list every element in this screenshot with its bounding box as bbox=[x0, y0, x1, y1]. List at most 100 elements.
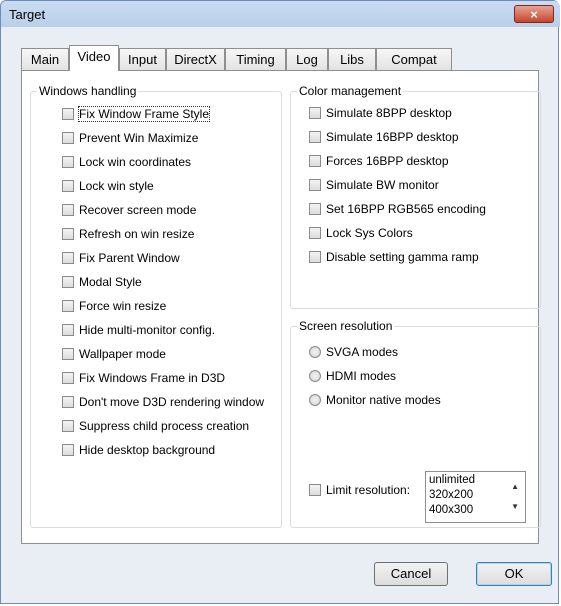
checkbox-label: Wallpaper mode bbox=[79, 347, 166, 361]
cancel-button[interactable]: Cancel bbox=[374, 562, 448, 586]
checkbox-label: Set 16BPP RGB565 encoding bbox=[326, 202, 486, 216]
screen-mode-radio[interactable]: SVGA modes bbox=[309, 344, 398, 360]
radio-label: HDMI modes bbox=[326, 369, 397, 383]
tab-timing[interactable]: Timing bbox=[225, 48, 286, 70]
tab-libs[interactable]: Libs bbox=[328, 48, 376, 70]
checkbox-box[interactable] bbox=[62, 300, 74, 312]
windows-handling-option[interactable]: Refresh on win resize bbox=[62, 226, 194, 242]
radio-button[interactable] bbox=[309, 394, 321, 406]
checkbox-label: Simulate 16BPP desktop bbox=[326, 130, 459, 144]
screen-resolution-title: Screen resolution bbox=[297, 319, 395, 333]
windows-handling-option[interactable]: Fix Windows Frame in D3D bbox=[62, 370, 225, 386]
checkbox-box[interactable] bbox=[62, 276, 74, 288]
close-button[interactable]: × bbox=[514, 5, 554, 23]
checkbox-box[interactable] bbox=[62, 132, 74, 144]
checkbox-label: Lock win coordinates bbox=[79, 155, 192, 169]
windows-handling-option[interactable]: Recover screen mode bbox=[62, 202, 196, 218]
ok-button[interactable]: OK bbox=[476, 562, 552, 586]
color-management-title: Color management bbox=[297, 84, 404, 98]
checkbox-box[interactable] bbox=[309, 155, 321, 167]
color-management-group: Color management bbox=[290, 84, 541, 309]
resolution-listbox[interactable]: unlimited 320x200 400x300 ▲ ▼ bbox=[425, 471, 526, 523]
checkbox-label: Fix Parent Window bbox=[79, 251, 180, 265]
windows-handling-title: Windows handling bbox=[37, 84, 139, 98]
checkbox-box[interactable] bbox=[62, 372, 74, 384]
checkbox-box[interactable] bbox=[309, 251, 321, 263]
color-management-option[interactable]: Simulate 16BPP desktop bbox=[309, 129, 459, 145]
radio-label: Monitor native modes bbox=[326, 393, 441, 407]
windows-handling-option[interactable]: Suppress child process creation bbox=[62, 418, 249, 434]
list-item[interactable]: 320x200 bbox=[429, 489, 473, 501]
checkbox-box[interactable] bbox=[309, 484, 321, 496]
windows-handling-option[interactable]: Fix Parent Window bbox=[62, 250, 180, 266]
checkbox-label: Simulate 8BPP desktop bbox=[326, 106, 452, 120]
list-item[interactable]: unlimited bbox=[429, 474, 475, 486]
checkbox-label: Force win resize bbox=[79, 299, 167, 313]
close-icon: × bbox=[530, 7, 538, 22]
tab-compat[interactable]: Compat bbox=[376, 48, 452, 70]
windows-handling-option[interactable]: Fix Window Frame Style bbox=[62, 106, 211, 122]
checkbox-label: Lock win style bbox=[79, 179, 154, 193]
screen-mode-radio[interactable]: HDMI modes bbox=[309, 368, 396, 384]
windows-handling-option[interactable]: Modal Style bbox=[62, 274, 142, 290]
checkbox-box[interactable] bbox=[62, 444, 74, 456]
checkbox-label: Recover screen mode bbox=[79, 203, 197, 217]
radio-button[interactable] bbox=[309, 370, 321, 382]
checkbox-box[interactable] bbox=[62, 348, 74, 360]
checkbox-label: Suppress child process creation bbox=[79, 419, 250, 433]
scroll-down-icon[interactable]: ▼ bbox=[511, 502, 519, 511]
checkbox-box[interactable] bbox=[309, 131, 321, 143]
radio-label: SVGA modes bbox=[326, 345, 399, 359]
color-management-option[interactable]: Simulate 8BPP desktop bbox=[309, 105, 452, 121]
screen-mode-radio[interactable]: Monitor native modes bbox=[309, 392, 441, 408]
color-management-option[interactable]: Disable setting gamma ramp bbox=[309, 249, 479, 265]
tab-directx[interactable]: DirectX bbox=[166, 48, 225, 70]
checkbox-box[interactable] bbox=[62, 252, 74, 264]
checkbox-label: Fix Windows Frame in D3D bbox=[79, 371, 226, 385]
windows-handling-option[interactable]: Lock win coordinates bbox=[62, 154, 191, 170]
windows-handling-option[interactable]: Don't move D3D rendering window bbox=[62, 394, 264, 410]
window-title: Target bbox=[9, 7, 46, 22]
checkbox-label: Don't move D3D rendering window bbox=[79, 395, 265, 409]
windows-handling-option[interactable]: Force win resize bbox=[62, 298, 166, 314]
checkbox-box[interactable] bbox=[62, 156, 74, 168]
color-management-option[interactable]: Lock Sys Colors bbox=[309, 225, 413, 241]
checkbox-label: Refresh on win resize bbox=[79, 227, 195, 241]
checkbox-label: Modal Style bbox=[79, 275, 142, 289]
title-bar: Target × bbox=[1, 1, 560, 27]
checkbox-label: Forces 16BPP desktop bbox=[326, 154, 449, 168]
checkbox-label: Simulate BW monitor bbox=[326, 178, 439, 192]
tab-log[interactable]: Log bbox=[286, 48, 328, 70]
checkbox-label: Lock Sys Colors bbox=[326, 226, 413, 240]
color-management-option[interactable]: Forces 16BPP desktop bbox=[309, 153, 449, 169]
checkbox-label: Fix Window Frame Style bbox=[77, 106, 211, 122]
windows-handling-option[interactable]: Prevent Win Maximize bbox=[62, 130, 198, 146]
color-management-option[interactable]: Simulate BW monitor bbox=[309, 177, 439, 193]
color-management-option[interactable]: Set 16BPP RGB565 encoding bbox=[309, 201, 486, 217]
checkbox-box[interactable] bbox=[309, 107, 321, 119]
checkbox-box[interactable] bbox=[62, 180, 74, 192]
checkbox-box[interactable] bbox=[62, 204, 74, 216]
checkbox-box[interactable] bbox=[309, 203, 321, 215]
windows-handling-option[interactable]: Lock win style bbox=[62, 178, 154, 194]
checkbox-box[interactable] bbox=[62, 396, 74, 408]
checkbox-box[interactable] bbox=[62, 108, 74, 120]
windows-handling-option[interactable]: Wallpaper mode bbox=[62, 346, 166, 362]
checkbox-box[interactable] bbox=[62, 420, 74, 432]
tab-main[interactable]: Main bbox=[21, 48, 69, 70]
checkbox-box[interactable] bbox=[62, 324, 74, 336]
scroll-up-icon[interactable]: ▲ bbox=[511, 482, 519, 491]
tab-input[interactable]: Input bbox=[119, 48, 166, 70]
tab-video[interactable]: Video bbox=[69, 45, 119, 71]
checkbox-label: Hide desktop background bbox=[79, 443, 216, 457]
radio-button[interactable] bbox=[309, 346, 321, 358]
list-item[interactable]: 400x300 bbox=[429, 504, 473, 516]
limit-resolution-checkbox[interactable]: Limit resolution: bbox=[309, 482, 410, 498]
windows-handling-option[interactable]: Hide multi-monitor config. bbox=[62, 322, 215, 338]
checkbox-box[interactable] bbox=[62, 228, 74, 240]
limit-resolution-label: Limit resolution: bbox=[326, 483, 411, 497]
checkbox-box[interactable] bbox=[309, 227, 321, 239]
checkbox-label: Hide multi-monitor config. bbox=[79, 323, 216, 337]
windows-handling-option[interactable]: Hide desktop background bbox=[62, 442, 215, 458]
checkbox-box[interactable] bbox=[309, 179, 321, 191]
